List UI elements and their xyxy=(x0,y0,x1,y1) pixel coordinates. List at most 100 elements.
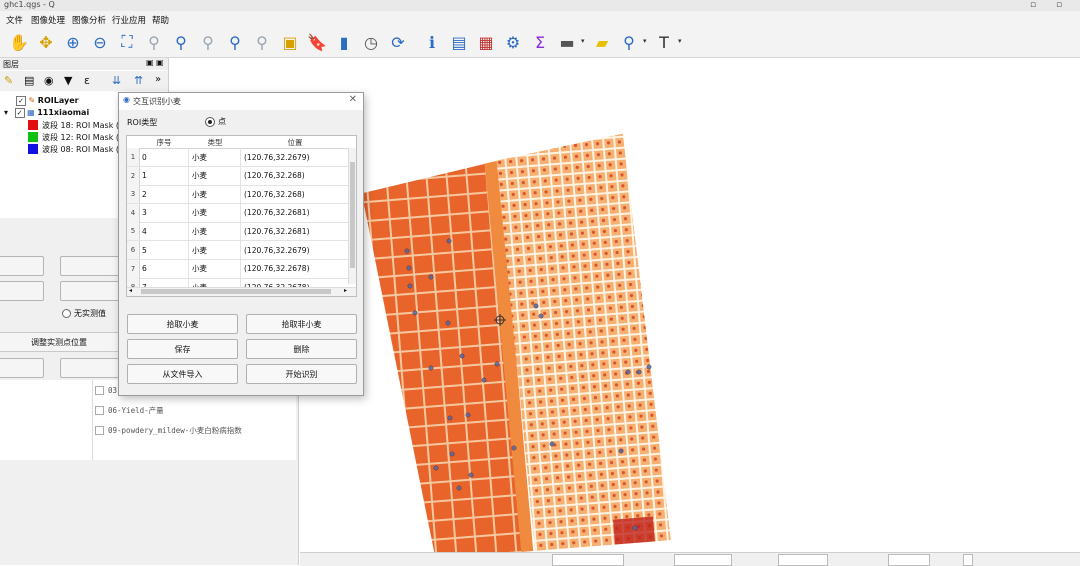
measure-icon[interactable]: ▬ xyxy=(556,31,578,53)
new-map-view-icon[interactable]: ▮ xyxy=(333,31,355,53)
cell-type[interactable]: 小麦 xyxy=(189,241,241,259)
zoom-out-icon[interactable]: ⊖ xyxy=(89,31,111,53)
table-row[interactable]: 4 3 小麦 (120.76,32.2681) xyxy=(127,203,349,223)
delete-button[interactable]: 删除 xyxy=(246,339,357,359)
cell-position[interactable]: (120.76,32.2679) xyxy=(241,241,349,259)
minimize-icon[interactable]: ▫ xyxy=(1030,0,1036,10)
roi-type-point-radio[interactable]: 点 xyxy=(205,116,226,127)
start-recognize-button[interactable]: 开始识别 xyxy=(246,364,357,384)
cell-index[interactable]: 5 xyxy=(139,241,189,259)
table-row[interactable]: 06-Yield-产量 xyxy=(0,400,296,421)
adjust-point-button[interactable]: 调整实测点位置 xyxy=(0,332,120,352)
filter-expression-icon[interactable]: ε xyxy=(84,74,90,87)
row-checkbox[interactable] xyxy=(95,425,104,435)
map-canvas[interactable] xyxy=(300,58,1080,559)
filter-icon[interactable]: ▼ xyxy=(64,74,72,87)
extract-non-wheat-button[interactable]: 拾取非小麦 xyxy=(246,314,357,334)
new-bookmark-icon[interactable]: ▣ xyxy=(279,31,301,53)
cell-type[interactable]: 小麦 xyxy=(189,166,241,185)
close-panel-icon[interactable]: ▣ xyxy=(156,58,164,67)
zoom-full-icon[interactable]: ⛶ xyxy=(116,31,138,53)
locator-dropdown-icon[interactable]: ▾ xyxy=(643,37,647,45)
table-row[interactable]: 09-powdery_mildew-小麦白粉病指数 xyxy=(0,420,296,441)
scroll-right-icon[interactable]: ▸ xyxy=(344,287,347,294)
float-panel-icon[interactable]: ▣ xyxy=(146,58,154,67)
cell-index[interactable]: 0 xyxy=(139,148,189,166)
radio-icon[interactable] xyxy=(62,309,71,318)
layer-checkbox[interactable]: ✓ xyxy=(14,108,25,118)
text-annotation-icon[interactable]: T xyxy=(653,31,675,53)
horizontal-scrollbar[interactable]: ◂ ▸ xyxy=(127,287,356,296)
cell-position[interactable]: (120.76,32.2678) xyxy=(241,260,349,278)
cell-position[interactable]: (120.76,32.268) xyxy=(241,167,349,185)
expand-arrow-icon[interactable]: ▾ xyxy=(4,108,8,117)
layer-111xiaomai[interactable]: ▾ ✓ ▦ 111xiaomai xyxy=(4,108,89,118)
cell-type[interactable]: 小麦 xyxy=(189,185,241,204)
table-row[interactable] xyxy=(0,440,296,460)
rotation-field[interactable] xyxy=(888,554,930,566)
column-header-position[interactable]: 位置 xyxy=(241,137,349,148)
panel-button-1[interactable] xyxy=(0,256,44,276)
restore-icon[interactable]: ▫ xyxy=(1056,0,1062,10)
collapse-all-icon[interactable]: ⇈ xyxy=(134,74,143,87)
menu-help[interactable]: 帮助 xyxy=(152,14,169,26)
cell-type[interactable]: 小麦 xyxy=(189,222,241,241)
scroll-left-icon[interactable]: ◂ xyxy=(129,287,132,294)
table-row[interactable]: 5 4 小麦 (120.76,32.2681) xyxy=(127,222,349,242)
statistics-sum-icon[interactable]: Σ xyxy=(529,31,551,53)
table-row[interactable]: 2 1 小麦 (120.76,32.268) xyxy=(127,166,349,186)
column-header-index[interactable]: 序号 xyxy=(139,137,189,148)
close-icon[interactable]: ✕ xyxy=(349,94,357,105)
menu-file[interactable]: 文件 xyxy=(6,14,23,26)
row-checkbox[interactable] xyxy=(95,405,104,415)
more-tools-icon[interactable]: » xyxy=(155,74,161,85)
cell-position[interactable]: (120.76,32.268) xyxy=(241,185,349,203)
cell-position[interactable]: (120.76,32.2681) xyxy=(241,204,349,222)
magnifier-field[interactable] xyxy=(778,554,828,566)
cell-type[interactable]: 小麦 xyxy=(189,259,241,278)
temporal-controller-icon[interactable]: ◷ xyxy=(360,31,382,53)
vertical-scrollbar[interactable] xyxy=(348,148,356,284)
zoom-to-selection-icon[interactable]: ⚲ xyxy=(143,31,165,53)
field-calculator-icon[interactable]: ▦ xyxy=(475,31,497,53)
processing-toolbox-icon[interactable]: ⚙ xyxy=(502,31,524,53)
column-header-type[interactable]: 类型 xyxy=(189,137,241,148)
measure-dropdown-icon[interactable]: ▾ xyxy=(581,37,585,45)
table-row[interactable]: 3 2 小麦 (120.76,32.268) xyxy=(127,185,349,205)
menu-image-processing[interactable]: 图像处理 xyxy=(31,14,65,26)
zoom-native-icon[interactable]: ⚲ xyxy=(197,31,219,53)
map-tips-icon[interactable]: ▰ xyxy=(591,31,613,53)
row-checkbox[interactable] xyxy=(95,385,104,395)
style-manager-icon[interactable]: ✎ xyxy=(4,74,13,87)
zoom-in-icon[interactable]: ⊕ xyxy=(62,31,84,53)
zoom-to-layer-icon[interactable]: ⚲ xyxy=(170,31,192,53)
scroll-thumb[interactable] xyxy=(350,162,355,268)
attribute-table-icon[interactable]: ▤ xyxy=(448,31,470,53)
scroll-thumb[interactable] xyxy=(141,289,331,294)
show-bookmarks-icon[interactable]: 🔖 xyxy=(306,31,328,53)
import-file-button[interactable]: 从文件导入 xyxy=(127,364,238,384)
pan-hand-icon[interactable]: ✋ xyxy=(8,31,30,53)
panel-button-3[interactable] xyxy=(0,281,44,301)
cell-index[interactable]: 2 xyxy=(139,185,189,204)
render-checkbox[interactable] xyxy=(963,554,973,566)
coordinate-field[interactable] xyxy=(552,554,624,566)
table-row[interactable]: 6 5 小麦 (120.76,32.2679) xyxy=(127,241,349,260)
cell-position[interactable]: (120.76,32.2681) xyxy=(241,222,349,240)
locator-icon[interactable]: ⚲ xyxy=(618,31,640,53)
cell-index[interactable]: 4 xyxy=(139,222,189,241)
layer-checkbox[interactable]: ✓ xyxy=(16,96,26,106)
zoom-next-icon[interactable]: ⚲ xyxy=(251,31,273,53)
panel-button-4[interactable] xyxy=(60,281,120,301)
annotation-dropdown-icon[interactable]: ▾ xyxy=(678,37,682,45)
visibility-eye-icon[interactable]: ◉ xyxy=(44,74,54,87)
extract-wheat-button[interactable]: 拾取小麦 xyxy=(127,314,238,334)
layer-roilayer[interactable]: ✓ ✎ ROILayer xyxy=(16,96,79,106)
scale-field[interactable] xyxy=(674,554,732,566)
cell-position[interactable]: (120.76,32.2679) xyxy=(241,148,349,166)
cell-type[interactable]: 小麦 xyxy=(189,203,241,222)
menu-industry[interactable]: 行业应用 xyxy=(112,14,146,26)
cell-index[interactable]: 3 xyxy=(139,203,189,222)
no-measured-radio[interactable]: 无实测值 xyxy=(62,308,106,319)
radio-selected-icon[interactable] xyxy=(205,116,215,127)
